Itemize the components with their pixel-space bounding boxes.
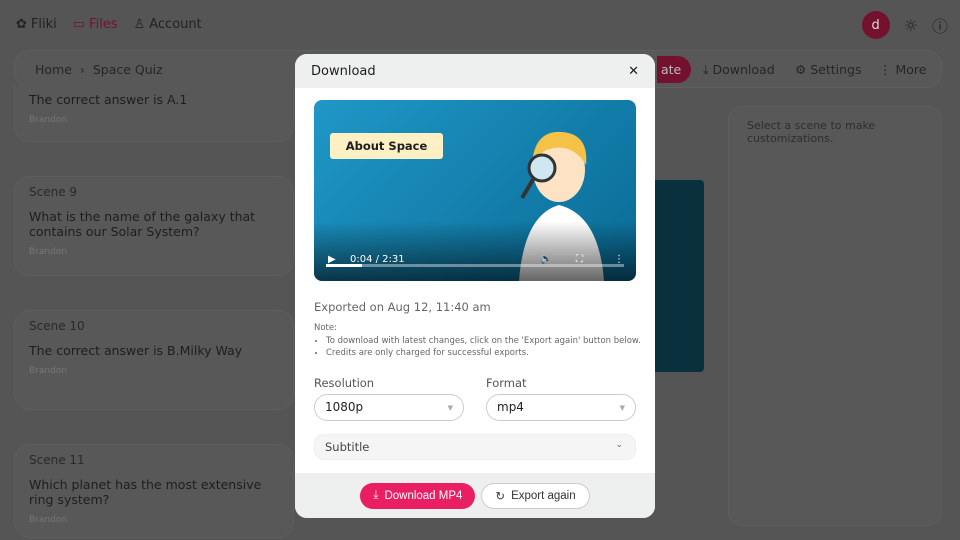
nav-files[interactable]: ▭ Files xyxy=(73,17,118,32)
resolution-select[interactable]: 1080p ▼ xyxy=(314,394,464,421)
refresh-icon: ↻ xyxy=(495,490,506,503)
settings-button[interactable]: ⚙ Settings xyxy=(795,62,861,77)
format-value: mp4 xyxy=(497,400,524,414)
video-controls xyxy=(314,221,636,281)
nav-account[interactable]: ♙ Account xyxy=(134,17,202,32)
resolution-label: Resolution xyxy=(314,376,375,390)
voice-label: Brandon xyxy=(29,115,68,125)
download-button[interactable]: ⤓ Download xyxy=(703,62,775,78)
video-player[interactable]: About Space ▶ 0:04 / 2:31 🔈 ⛶ ⋮ xyxy=(314,100,636,281)
note-label: Note: xyxy=(314,323,337,333)
user-icon: ♙ xyxy=(133,16,146,32)
scene-card[interactable]: Scene 10 The correct answer is B.Milky Wa… xyxy=(14,310,294,410)
voice-label: Brandon xyxy=(29,247,68,257)
voice-label: Brandon xyxy=(29,515,68,525)
export-again-button[interactable]: ↻ Export again xyxy=(481,482,590,509)
format-label: Format xyxy=(486,376,527,390)
button-label: Export again xyxy=(511,489,576,502)
scene-card[interactable]: Scene 9 What is the name of the galaxy th… xyxy=(14,176,294,276)
video-progress[interactable] xyxy=(326,264,624,267)
breadcrumb-project[interactable]: Space Quiz xyxy=(93,62,163,77)
scene-card[interactable]: Scene 11 Which planet has the most extens… xyxy=(14,444,294,538)
breadcrumb-home[interactable]: Home xyxy=(35,62,72,77)
scene-title: Scene 11 xyxy=(29,453,85,467)
top-nav: ✿ Fliki ▭ Files ♙ Account xyxy=(0,0,600,48)
scene-title: Scene 10 xyxy=(29,319,85,333)
scene-text: The correct answer is B.Milky Way xyxy=(29,343,243,358)
scene-title: Scene 9 xyxy=(29,185,78,199)
progress-fill xyxy=(326,264,362,267)
subtitle-label: Subtitle xyxy=(325,440,370,454)
chevron-down-icon: ⌄ xyxy=(615,440,623,450)
exported-date: Exported on Aug 12, 11:40 am xyxy=(314,300,491,314)
close-icon[interactable]: ✕ xyxy=(628,64,639,79)
scene-card[interactable]: The correct answer is A.1 Brandon xyxy=(14,86,294,142)
format-select[interactable]: mp4 ▼ xyxy=(486,394,636,421)
dialog-title: Download xyxy=(311,63,376,79)
scene-text: The correct answer is A.1 xyxy=(29,92,188,107)
note-item: To download with latest changes, click o… xyxy=(326,335,641,348)
download-mp4-button[interactable]: ⤓ Download MP4 xyxy=(360,482,476,509)
chevron-down-icon: ▼ xyxy=(619,404,625,412)
subtitle-accordion[interactable]: Subtitle ⌄ xyxy=(314,434,636,460)
notes: Note: To download with latest changes, cl… xyxy=(314,322,641,360)
customization-panel: Select a scene to make customizations. xyxy=(728,106,942,526)
chevron-down-icon: ▼ xyxy=(447,404,453,412)
dialog-footer: ⤓ Download MP4 ↻ Export again xyxy=(295,473,655,518)
breadcrumb: Home › Space Quiz xyxy=(35,62,163,77)
help-icon[interactable]: ⓘ xyxy=(932,13,948,37)
panel-hint: Select a scene to make customizations. xyxy=(747,119,876,145)
download-dialog: Download ✕ About Space ▶ 0:04 / 2:31 🔈 ⛶ … xyxy=(295,54,655,518)
resolution-value: 1080p xyxy=(325,400,364,414)
button-label: Download MP4 xyxy=(384,489,463,502)
theme-icon[interactable]: ☼ xyxy=(904,16,918,35)
scene-text: What is the name of the galaxy that cont… xyxy=(29,209,256,239)
more-button[interactable]: ⋮ More xyxy=(879,62,926,77)
logo[interactable]: ✿ Fliki xyxy=(16,17,57,32)
avatar[interactable]: d xyxy=(861,11,890,39)
create-button[interactable]: ate xyxy=(657,56,692,83)
voice-label: Brandon xyxy=(29,366,68,376)
download-icon: ⤓ xyxy=(373,489,379,501)
video-caption: About Space xyxy=(330,133,443,159)
scene-preview xyxy=(650,180,704,372)
scene-text: Which planet has the most extensive ring… xyxy=(29,477,262,507)
folder-icon: ▭ xyxy=(72,16,86,32)
note-item: Credits are only charged for successful … xyxy=(326,347,641,360)
